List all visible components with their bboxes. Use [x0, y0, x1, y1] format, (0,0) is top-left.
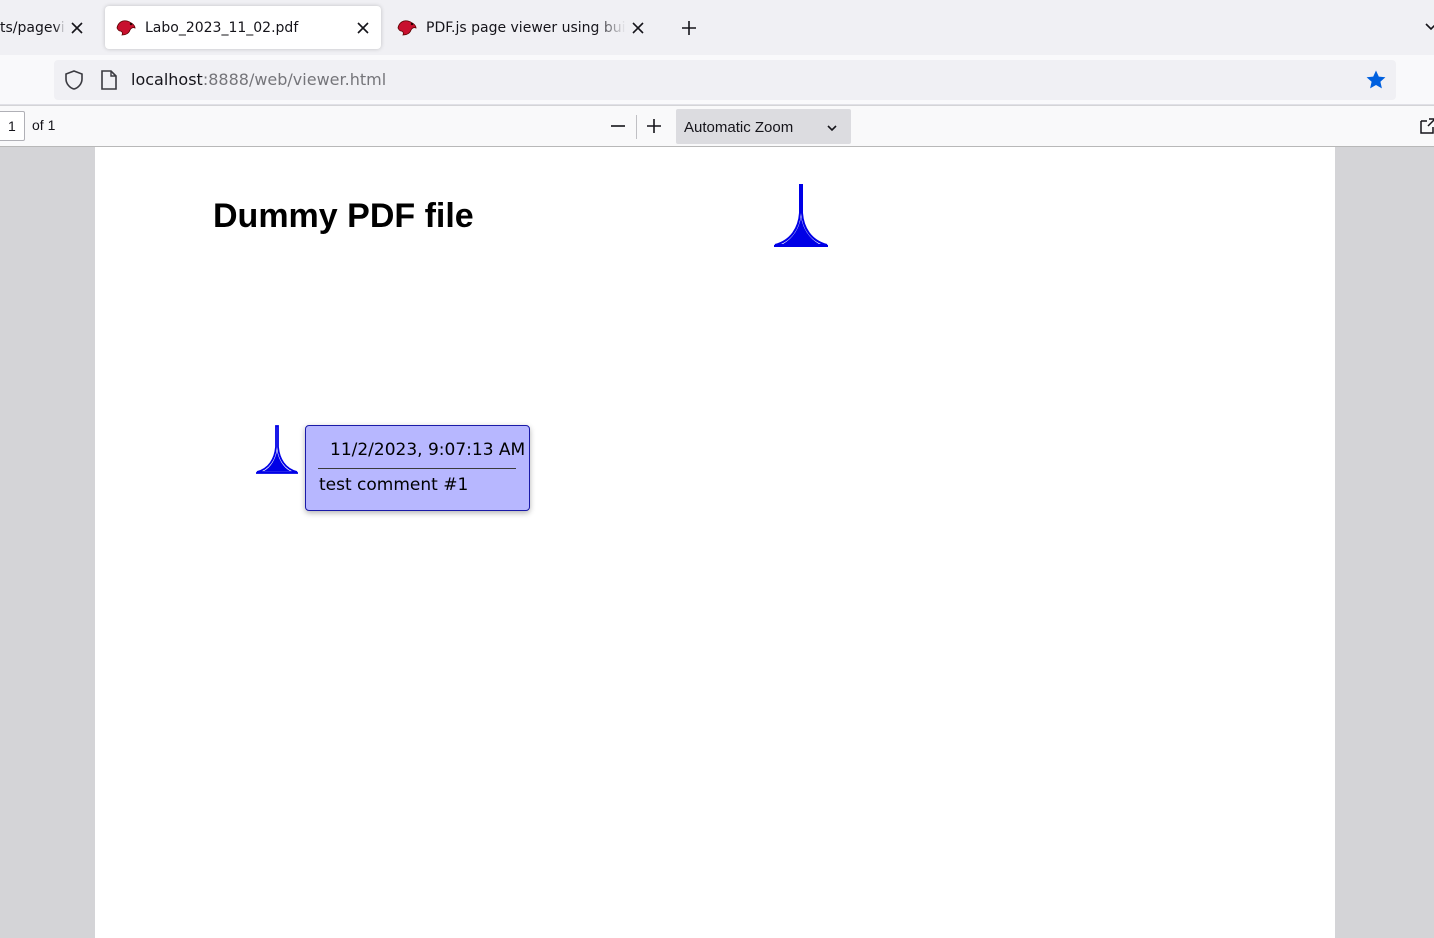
url-text[interactable]: localhost:8888/web/viewer.html: [131, 70, 386, 89]
popup-divider: [318, 468, 516, 469]
annotation-popup[interactable]: 11/2/2023, 9:07:13 AM test comment #1: [305, 425, 530, 511]
annotation-marker-icon[interactable]: [773, 183, 829, 249]
tab-title: Labo_2023_11_02.pdf: [145, 19, 299, 36]
plus-icon: [682, 21, 696, 35]
close-tab-icon[interactable]: [626, 16, 650, 40]
tab-pdfjs-viewer[interactable]: PDF.js page viewer using built conten: [386, 6, 656, 49]
tab-title: ts/pageviewer: [0, 19, 65, 36]
chevron-down-icon: [826, 121, 838, 133]
zoom-select[interactable]: Automatic Zoom: [676, 109, 851, 144]
zoom-out-button[interactable]: [604, 114, 632, 138]
pdf-page: Dummy PDF file 11/2/2023, 9:07:13 AM tes…: [95, 147, 1335, 938]
page-icon[interactable]: [99, 69, 119, 91]
zoom-in-button[interactable]: [640, 114, 668, 138]
url-bar[interactable]: localhost:8888/web/viewer.html: [54, 60, 1396, 100]
pdf-fox-icon: [396, 17, 418, 39]
popup-date: 11/2/2023, 9:07:13 AM: [330, 440, 526, 460]
url-path: :8888/web/viewer.html: [202, 70, 387, 89]
toolbar-separator: [636, 115, 637, 139]
zoom-select-value: Automatic Zoom: [684, 119, 794, 136]
navigation-bar: localhost:8888/web/viewer.html: [0, 55, 1434, 105]
page-count-label: of 1: [32, 117, 56, 133]
star-icon[interactable]: [1364, 68, 1388, 92]
popup-comment: test comment #1: [319, 475, 469, 495]
plus-icon: [647, 119, 661, 133]
shield-icon[interactable]: [63, 69, 85, 91]
pdf-fox-icon: [115, 17, 137, 39]
chevron-down-icon: [1425, 23, 1434, 31]
tab-pageviewer[interactable]: ts/pageviewer: [0, 6, 95, 49]
list-all-tabs-button[interactable]: [1424, 18, 1434, 36]
tab-strip: ts/pageviewer Labo_2023_11_02.pdf PDF.js…: [0, 0, 1434, 55]
pdf-toolbar: 1 of 1 Automatic Zoom: [0, 106, 1434, 147]
document-title: Dummy PDF file: [213, 197, 474, 235]
url-host: localhost: [131, 70, 203, 89]
tab-labo-pdf[interactable]: Labo_2023_11_02.pdf: [105, 6, 381, 49]
tab-title: PDF.js page viewer using built conten: [426, 19, 626, 36]
close-tab-icon[interactable]: [65, 16, 89, 40]
close-tab-icon[interactable]: [351, 16, 375, 40]
open-file-icon[interactable]: [1418, 116, 1434, 136]
page-number-input[interactable]: 1: [0, 111, 25, 141]
new-tab-button[interactable]: [677, 16, 701, 40]
minus-icon: [611, 125, 625, 127]
annotation-marker-icon[interactable]: [256, 425, 298, 477]
